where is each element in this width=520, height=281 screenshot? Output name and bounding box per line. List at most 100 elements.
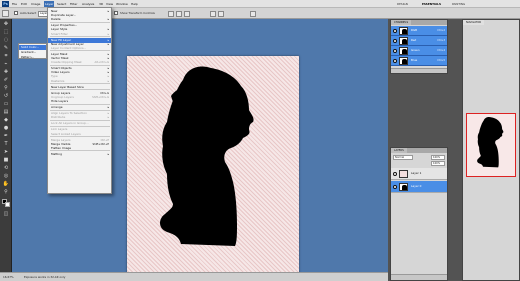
right-dock: CHANNELS RGB Ctrl+2 Red Ctrl+3 Green Ctr… bbox=[388, 19, 520, 281]
crop-tool-icon[interactable]: ⌗ bbox=[2, 53, 10, 60]
path-select-icon[interactable]: ➤ bbox=[2, 149, 10, 156]
layer-menu-dropdown: New ▸ Duplicate Layer... Delete ▸ Layer Prope… bbox=[47, 7, 112, 194]
quick-mask-icon[interactable]: ◫ bbox=[2, 211, 10, 218]
dodge-tool-icon[interactable]: ● bbox=[2, 125, 10, 132]
lasso-tool-icon[interactable]: ◌ bbox=[2, 37, 10, 44]
channel-shortcut: Ctrl+5 bbox=[437, 59, 445, 62]
auto-align-icon[interactable] bbox=[250, 10, 256, 17]
workspace-design[interactable]: DESIGN bbox=[397, 1, 408, 7]
portrait-silhouette bbox=[160, 66, 254, 246]
doc-info: Exposure works in 32-bit only bbox=[24, 275, 66, 279]
layer-row-layer-1[interactable]: Layer 1 bbox=[391, 168, 447, 180]
healing-tool-icon[interactable]: ✚ bbox=[2, 69, 10, 76]
tab-navigator[interactable]: NAVIGATOR bbox=[463, 20, 485, 25]
distribute-center-icon[interactable] bbox=[218, 10, 224, 17]
channel-thumbnail bbox=[399, 27, 408, 35]
workspace-essentials[interactable]: ESSENTIALS bbox=[422, 1, 441, 7]
channel-row-red[interactable]: Red Ctrl+3 bbox=[391, 36, 447, 46]
layers-panel: LAYERS Normal 100% 100% Layer 1 Layer 0 bbox=[390, 147, 448, 281]
channel-shortcut: Ctrl+3 bbox=[437, 39, 445, 42]
layer-name: Layer 1 bbox=[411, 171, 422, 175]
menu-item-label: Rasterize bbox=[51, 78, 65, 83]
new-fill-layer-submenu: Solid Color... Gradient... Pattern... bbox=[18, 43, 47, 59]
channel-shortcut: Ctrl+4 bbox=[437, 49, 445, 52]
pen-tool-icon[interactable]: ✒ bbox=[2, 133, 10, 140]
gradient-tool-icon[interactable]: ▤ bbox=[2, 109, 10, 116]
visibility-eye-icon[interactable] bbox=[393, 39, 397, 43]
menu-item-label: Delete bbox=[51, 17, 61, 22]
canvas[interactable] bbox=[127, 56, 299, 281]
move-tool-preset-icon[interactable] bbox=[2, 10, 9, 17]
submenu-pattern[interactable]: Pattern... bbox=[19, 55, 46, 60]
distribute-icon[interactable] bbox=[210, 10, 216, 17]
zoom-tool-icon[interactable]: ⚲ bbox=[2, 189, 10, 196]
channel-thumbnail bbox=[399, 47, 408, 55]
fill-field[interactable]: 100% bbox=[431, 161, 445, 166]
history-brush-icon[interactable]: ↺ bbox=[2, 93, 10, 100]
align-bottom-icon[interactable] bbox=[184, 10, 190, 17]
auto-select-checkbox[interactable] bbox=[14, 11, 18, 15]
menu-item-label: Hide Layers bbox=[51, 98, 69, 103]
brush-tool-icon[interactable]: ✐ bbox=[2, 77, 10, 84]
blend-mode-select[interactable]: Normal bbox=[393, 155, 413, 160]
channel-row-blue[interactable]: Blue Ctrl+5 bbox=[391, 56, 447, 66]
menu-edit[interactable]: Edit bbox=[20, 1, 28, 7]
visibility-eye-icon[interactable] bbox=[393, 29, 397, 33]
channel-name: RGB bbox=[411, 28, 418, 32]
stamp-tool-icon[interactable]: ⚲ bbox=[2, 85, 10, 92]
menu-image[interactable]: Image bbox=[30, 1, 41, 7]
photoshop-logo: Ps bbox=[2, 1, 9, 7]
move-tool-icon[interactable]: ✥ bbox=[2, 21, 10, 28]
align-middle-icon[interactable] bbox=[176, 10, 182, 17]
layer-menu-item-matting[interactable]: Matting ▸ bbox=[48, 152, 111, 157]
3d-rotate-icon[interactable]: ⟲ bbox=[2, 165, 10, 172]
menu-item-label: Smart Filter bbox=[51, 31, 68, 36]
channel-name: Red bbox=[411, 38, 417, 42]
type-tool-icon[interactable]: T bbox=[2, 141, 10, 148]
menu-item-label: Arrange bbox=[51, 105, 63, 109]
navigator-silhouette bbox=[477, 116, 504, 168]
opacity-field[interactable]: 100% bbox=[431, 155, 445, 160]
channel-row-rgb[interactable]: RGB Ctrl+2 bbox=[391, 26, 447, 36]
layer-name: Layer 0 bbox=[411, 184, 422, 188]
visibility-eye-icon[interactable] bbox=[393, 172, 397, 176]
menu-item-label: Matting bbox=[51, 151, 63, 156]
transform-controls-checkbox[interactable] bbox=[114, 11, 118, 15]
layer-thumbnail bbox=[399, 183, 408, 191]
layer-thumbnail bbox=[399, 170, 408, 178]
visibility-eye-icon[interactable] bbox=[393, 49, 397, 53]
layers-panel-footer bbox=[391, 274, 447, 280]
channel-row-green[interactable]: Green Ctrl+4 bbox=[391, 46, 447, 56]
menu-item-label: New Layer Based Slice bbox=[51, 84, 84, 89]
background-color-swatch[interactable] bbox=[5, 202, 10, 207]
tab-layers[interactable]: LAYERS bbox=[391, 148, 407, 153]
channel-name: Blue bbox=[411, 58, 418, 62]
menu-file[interactable]: File bbox=[11, 1, 18, 7]
hand-tool-icon[interactable]: ✋ bbox=[2, 181, 10, 188]
channel-shortcut: Ctrl+2 bbox=[437, 29, 445, 32]
layer-row-layer-0[interactable]: Layer 0 bbox=[391, 181, 447, 193]
marquee-tool-icon[interactable]: ⬚ bbox=[2, 29, 10, 36]
auto-select-label: Auto-Select bbox=[20, 11, 37, 15]
visibility-eye-icon[interactable] bbox=[393, 59, 397, 63]
channel-thumbnail bbox=[399, 37, 408, 45]
visibility-eye-icon[interactable] bbox=[393, 185, 397, 189]
quick-select-icon[interactable]: ✎ bbox=[2, 45, 10, 52]
channel-name: Green bbox=[411, 48, 420, 52]
workspace-painting[interactable]: PAINTING bbox=[452, 1, 465, 7]
menu-item-label: Create Clipping Mask bbox=[51, 60, 82, 65]
shape-tool-icon[interactable]: ■ bbox=[2, 157, 10, 164]
menu-window[interactable]: Window bbox=[115, 1, 129, 7]
zoom-level[interactable]: 16.67% bbox=[3, 274, 14, 280]
menu-help[interactable]: Help bbox=[130, 1, 139, 7]
eyedropper-tool-icon[interactable]: ⌁ bbox=[2, 61, 10, 68]
tools-panel: ✥ ⬚ ◌ ✎ ⌗ ⌁ ✚ ✐ ⚲ ↺ ▭ ▤ ◆ ● ✒ T ➤ ■ ⟲ ◎ … bbox=[0, 19, 12, 272]
navigator-preview[interactable] bbox=[466, 113, 516, 177]
align-top-icon[interactable] bbox=[168, 10, 174, 17]
channels-panel: CHANNELS RGB Ctrl+2 Red Ctrl+3 Green Ctr… bbox=[390, 19, 448, 74]
blur-tool-icon[interactable]: ◆ bbox=[2, 117, 10, 124]
tab-channels[interactable]: CHANNELS bbox=[391, 20, 412, 25]
3d-orbit-icon[interactable]: ◎ bbox=[2, 173, 10, 180]
channel-thumbnail bbox=[399, 57, 408, 65]
eraser-tool-icon[interactable]: ▭ bbox=[2, 101, 10, 108]
